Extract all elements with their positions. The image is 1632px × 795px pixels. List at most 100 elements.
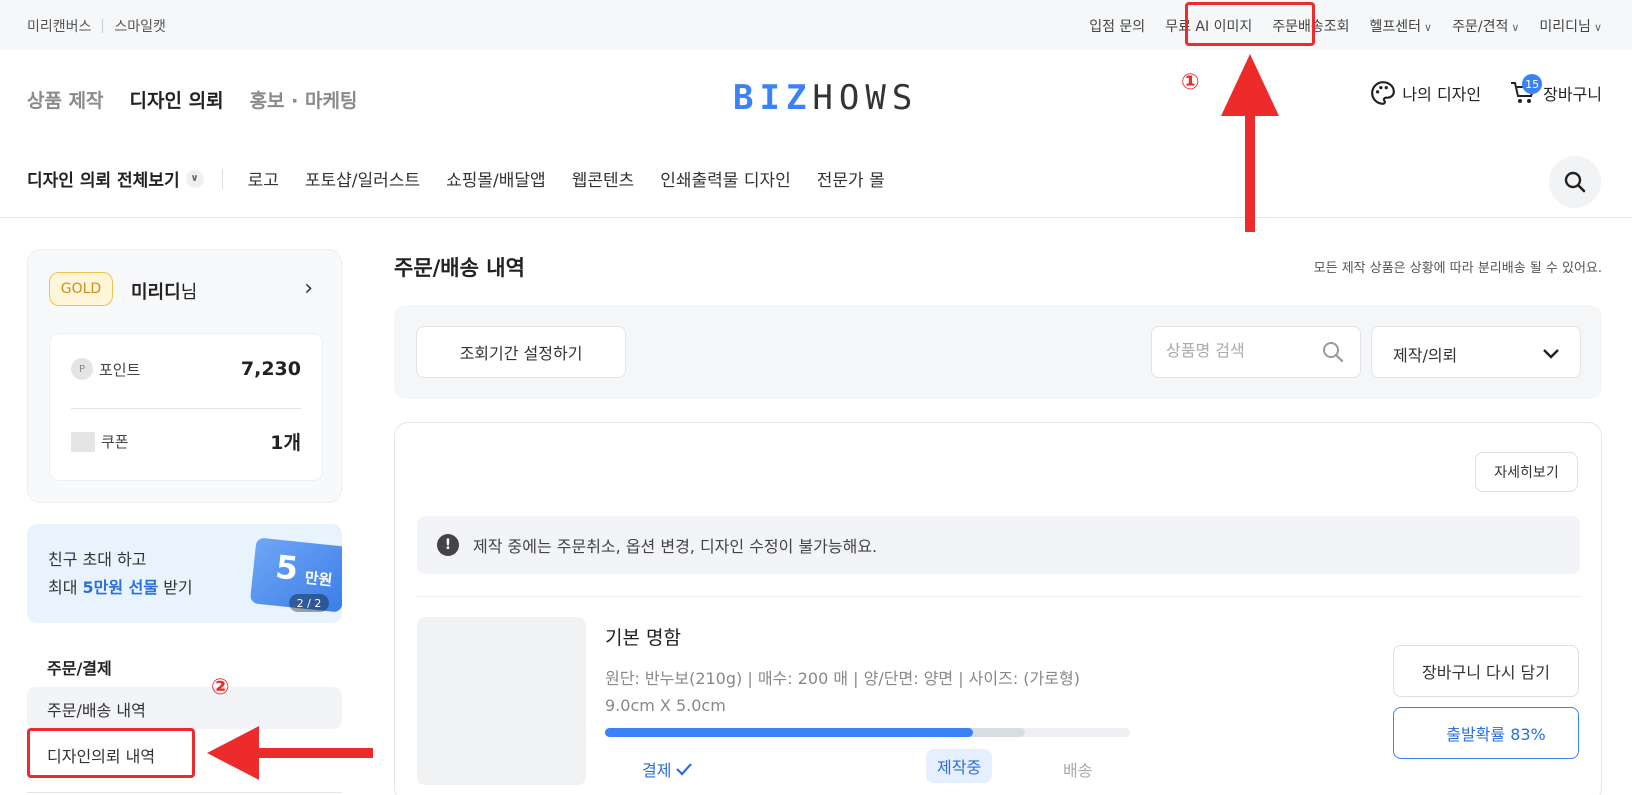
coupon-label-group: 쿠폰 bbox=[71, 431, 129, 452]
chevron-down-icon: ∨ bbox=[1511, 21, 1520, 34]
top-utility-bar: 미리캔버스 스마일캣 입점 문의 무료 AI 이미지 주문배송조회 헬프센터 ∨ … bbox=[0, 0, 1632, 50]
coupon-label: 쿠폰 bbox=[101, 433, 129, 451]
link-vendor-inquiry[interactable]: 입점 문의 bbox=[1089, 16, 1145, 36]
progress-fill bbox=[605, 728, 973, 737]
step-payment-label: 결제 bbox=[642, 761, 672, 780]
utility-links: 입점 문의 무료 AI 이미지 주문배송조회 헬프센터 ∨ 주문/견적 ∨ 미리디님… bbox=[1089, 16, 1602, 36]
coupon-value: 1개 bbox=[270, 432, 301, 454]
menu-section-heading: 주문/결제 bbox=[47, 659, 112, 678]
header-divider bbox=[0, 217, 1632, 218]
product-search-input[interactable] bbox=[1166, 341, 1316, 360]
type-filter-select[interactable]: 제작/의뢰 bbox=[1371, 326, 1581, 378]
divider bbox=[71, 408, 301, 409]
product-name[interactable]: 기본 명함 bbox=[605, 623, 681, 650]
category-shoppingmall-delivery[interactable]: 쇼핑몰/배달앱 bbox=[446, 166, 546, 191]
profile-name[interactable]: 미리디님 bbox=[131, 278, 197, 304]
category-bar: 디자인 의뢰 전체보기 ∨ 로고 포토샵/일러스트 쇼핑몰/배달앱 웹콘텐츠 인쇄… bbox=[27, 166, 885, 191]
sidebar-item-order-delivery[interactable]: 주문/배송 내역 bbox=[27, 687, 342, 729]
ticket-unit: 만원 bbox=[303, 568, 334, 590]
arrow-left-icon bbox=[207, 726, 373, 780]
invite-banner[interactable]: 친구 초대 하고 최대 5만원 선물 받기 5 만원 2 / 2 bbox=[27, 524, 342, 623]
divider bbox=[417, 596, 1580, 597]
category-all-label: 디자인 의뢰 전체보기 bbox=[27, 171, 180, 191]
search-icon bbox=[1564, 171, 1586, 193]
category-all-dropdown[interactable]: 디자인 의뢰 전체보기 ∨ bbox=[27, 166, 204, 191]
spec-line1: 원단: 반누보(210g) | 매수: 200 매 | 양/단면: 양면 | 사… bbox=[605, 669, 1080, 688]
search-icon[interactable] bbox=[1322, 341, 1344, 363]
step-delivery: 배송 bbox=[1063, 761, 1093, 780]
benefit-box: P 포인트 7,230 쿠폰 1개 bbox=[49, 333, 323, 481]
check-icon bbox=[676, 763, 693, 776]
chevron-right-icon[interactable]: › bbox=[304, 276, 313, 301]
profile-username: 미리디 bbox=[131, 282, 181, 303]
divider bbox=[221, 168, 223, 189]
order-quote-label: 주문/견적 bbox=[1452, 19, 1509, 35]
invite-line2-prefix: 최대 bbox=[48, 578, 83, 597]
exclamation-icon: ! bbox=[437, 534, 459, 556]
order-card: 자세히보기 ! 제작 중에는 주문취소, 옵션 변경, 디자인 수정이 불가능해… bbox=[394, 422, 1602, 795]
divider bbox=[102, 19, 104, 33]
spec-line2: 9.0cm X 5.0cm bbox=[605, 696, 726, 715]
detail-button[interactable]: 자세히보기 bbox=[1475, 452, 1578, 492]
category-photoshop-illust[interactable]: 포토샵/일러스트 bbox=[305, 166, 420, 191]
cart-link[interactable]: 15 장바구니 bbox=[1509, 74, 1602, 106]
arrow-up-icon bbox=[1221, 54, 1279, 232]
departure-probability-button[interactable]: 출발확률 83% bbox=[1393, 707, 1579, 759]
help-center-label: 헬프센터 bbox=[1369, 19, 1422, 35]
menu-order-quote[interactable]: 주문/견적 ∨ bbox=[1452, 16, 1519, 36]
point-row[interactable]: P 포인트 7,230 bbox=[71, 358, 301, 380]
category-expert-mall[interactable]: 전문가 몰 bbox=[817, 166, 885, 191]
category-webcontents[interactable]: 웹콘텐츠 bbox=[572, 166, 635, 191]
highlight-design-request bbox=[27, 728, 195, 778]
header-actions: 나의 디자인 15 장바구니 bbox=[1370, 74, 1602, 106]
point-label: 포인트 bbox=[99, 360, 141, 379]
category-print-design[interactable]: 인쇄출력물 디자인 bbox=[660, 166, 791, 191]
product-thumbnail[interactable] bbox=[417, 617, 586, 785]
nav-product-making[interactable]: 상품 제작 bbox=[27, 86, 104, 113]
period-setting-button[interactable]: 조회기간 설정하기 bbox=[416, 326, 626, 378]
step-production: 제작중 bbox=[926, 749, 993, 783]
ticket-number: 5 bbox=[273, 547, 300, 588]
menu-help-center[interactable]: 헬프센터 ∨ bbox=[1370, 16, 1433, 36]
search-button[interactable] bbox=[1549, 156, 1601, 208]
coupon-icon bbox=[71, 431, 95, 452]
invite-text: 친구 초대 하고 최대 5만원 선물 받기 bbox=[48, 546, 193, 602]
point-icon: P bbox=[71, 358, 93, 380]
main-nav: 상품 제작 디자인 의뢰 홍보 · 마케팅 bbox=[27, 86, 357, 113]
cart-label: 장바구니 bbox=[1543, 85, 1602, 104]
warning-text: 제작 중에는 주문취소, 옵션 변경, 디자인 수정이 불가능해요. bbox=[473, 537, 878, 556]
link-miricanvas[interactable]: 미리캔버스 bbox=[27, 16, 91, 36]
bizhows-logo[interactable]: BIZHOWS bbox=[733, 78, 918, 118]
point-value: 7,230 bbox=[240, 358, 301, 380]
product-search bbox=[1151, 326, 1361, 378]
annotation-marker-2: ② bbox=[211, 675, 230, 700]
page-title: 주문/배송 내역 bbox=[394, 256, 525, 280]
chevron-down-icon: ∨ bbox=[1424, 21, 1433, 34]
my-design-label: 나의 디자인 bbox=[1402, 85, 1482, 104]
my-design-link[interactable]: 나의 디자인 bbox=[1370, 80, 1481, 106]
logo-part2: HOWS bbox=[812, 78, 919, 118]
coupon-row[interactable]: 쿠폰 1개 bbox=[71, 428, 301, 455]
nav-promotion-marketing[interactable]: 홍보 · 마케팅 bbox=[250, 86, 358, 113]
category-logo[interactable]: 로고 bbox=[248, 166, 279, 191]
re-add-cart-button[interactable]: 장바구니 다시 담기 bbox=[1393, 645, 1579, 697]
step-payment: 결제 bbox=[642, 757, 693, 781]
filter-bar: 조회기간 설정하기 제작/의뢰 bbox=[394, 305, 1602, 399]
profile-suffix: 님 bbox=[180, 282, 198, 303]
nav-design-request[interactable]: 디자인 의뢰 bbox=[130, 86, 224, 113]
chevron-down-icon bbox=[1543, 349, 1559, 359]
menu-user[interactable]: 미리디님 ∨ bbox=[1539, 16, 1602, 36]
progress-bar bbox=[605, 728, 1130, 737]
annotation-marker-1: ① bbox=[1181, 70, 1200, 95]
invite-line2-suffix: 받기 bbox=[158, 578, 193, 597]
grade-badge: GOLD bbox=[49, 272, 113, 306]
link-smilecat[interactable]: 스마일캣 bbox=[114, 16, 166, 36]
cart-count-badge: 15 bbox=[1522, 74, 1543, 94]
invite-highlight: 5만원 선물 bbox=[82, 578, 159, 597]
category-list: 로고 포토샵/일러스트 쇼핑몰/배달앱 웹콘텐츠 인쇄출력물 디자인 전문가 몰 bbox=[248, 166, 885, 191]
family-sites: 미리캔버스 스마일캣 bbox=[27, 16, 166, 36]
chevron-down-icon: ∨ bbox=[185, 169, 204, 188]
product-spec: 원단: 반누보(210g) | 매수: 200 매 | 양/단면: 양면 | 사… bbox=[605, 665, 1125, 719]
profile-card: GOLD 미리디님 › P 포인트 7,230 쿠폰 1개 bbox=[27, 249, 342, 503]
chevron-down-icon: ∨ bbox=[1593, 21, 1602, 34]
